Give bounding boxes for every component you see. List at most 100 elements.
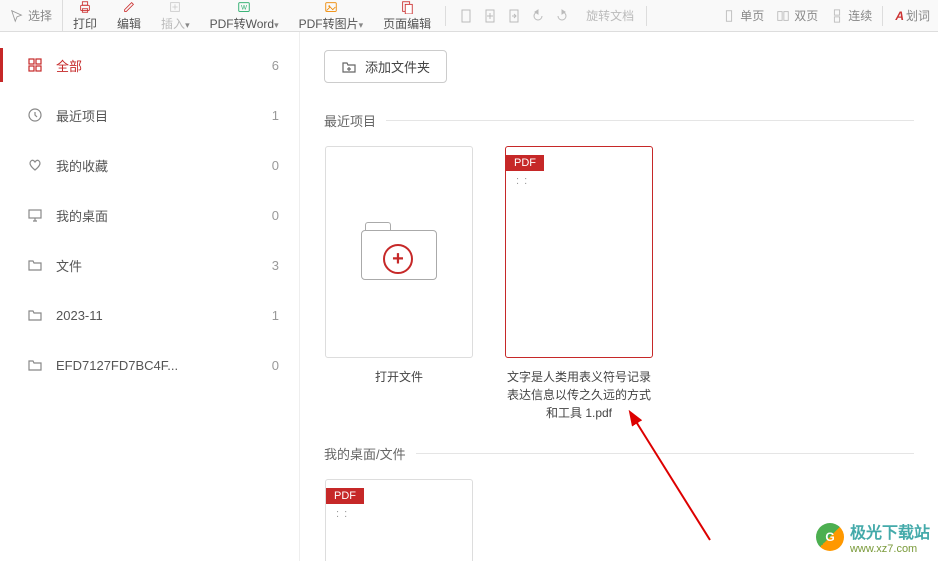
- folder-icon: [27, 257, 43, 273]
- word-icon: W: [237, 0, 251, 14]
- page-icon[interactable]: [458, 8, 474, 24]
- sidebar-item-count: 1: [272, 108, 279, 123]
- print-button[interactable]: 打印: [63, 0, 107, 31]
- print-label: 打印: [73, 15, 97, 32]
- annotate-a-icon: A: [895, 9, 904, 23]
- sidebar-item-label: 最近项目: [56, 106, 108, 125]
- sidebar-item-count: 3: [272, 258, 279, 273]
- open-file-thumb: +: [325, 146, 473, 358]
- pdf-to-image-label: PDF转图片: [299, 17, 359, 31]
- svg-text:W: W: [241, 4, 247, 11]
- recent-section-title: 最近项目: [324, 111, 914, 130]
- rotate-left-icon[interactable]: [530, 8, 546, 24]
- sidebar-item-count: 1: [272, 308, 279, 323]
- sidebar-item-count: 0: [272, 208, 279, 223]
- add-folder-label: 添加文件夹: [365, 57, 430, 76]
- continuous-icon: [830, 9, 844, 23]
- pdf-tag: PDF: [506, 155, 544, 171]
- folder-plus-icon: [341, 59, 357, 75]
- edit-label: 编辑: [117, 15, 141, 32]
- cursor-icon: [10, 9, 24, 23]
- single-page-icon: [722, 9, 736, 23]
- sidebar-item-count: 0: [272, 158, 279, 173]
- folder-icon: [27, 357, 43, 373]
- desktop-section-title: 我的桌面/文件: [324, 444, 914, 463]
- folder-icon: [27, 307, 43, 323]
- double-page-button[interactable]: 双页: [770, 7, 824, 24]
- pdf-dots-icon: : :: [336, 508, 348, 520]
- page-edit-button[interactable]: 页面编辑: [373, 0, 441, 31]
- toolbar: 选择 打印 编辑 插入▾ W PDF转Word▾ PDF转图片▾ 页面编辑: [0, 0, 938, 32]
- print-icon: [78, 0, 92, 14]
- pdf-to-word-button[interactable]: W PDF转Word▾: [200, 0, 289, 31]
- page-plus-icon[interactable]: [482, 8, 498, 24]
- select-label: 选择: [28, 7, 52, 24]
- insert-label: 插入: [161, 17, 185, 31]
- continuous-button[interactable]: 连续: [824, 7, 878, 24]
- image-icon: [324, 0, 338, 14]
- sidebar-item-recent[interactable]: 最近项目 1: [0, 90, 299, 140]
- rotate-label: 旋转文档: [578, 7, 642, 24]
- double-page-icon: [776, 9, 790, 23]
- sidebar-item-count: 0: [272, 358, 279, 373]
- page-edit-icon: [400, 0, 414, 14]
- pdf-to-word-label: PDF转Word: [210, 17, 274, 31]
- sidebar-item-2023-11[interactable]: 2023-11 1: [0, 290, 299, 340]
- sidebar-item-desktop[interactable]: 我的桌面 0: [0, 190, 299, 240]
- sidebar-item-label: 全部: [56, 56, 82, 75]
- open-file-label: 打开文件: [375, 368, 423, 386]
- single-page-label: 单页: [740, 7, 764, 24]
- add-folder-button[interactable]: 添加文件夹: [324, 50, 447, 83]
- insert-button[interactable]: 插入▾: [151, 0, 200, 31]
- pdf-tag: PDF: [326, 488, 364, 504]
- content: 添加文件夹 最近项目 + 打开文件 PDF : :: [300, 32, 938, 561]
- recent-title-text: 最近项目: [324, 111, 376, 130]
- annotate-button[interactable]: A 划词: [887, 7, 938, 24]
- view-icons: [450, 8, 578, 24]
- double-page-label: 双页: [794, 7, 818, 24]
- page-edit-label: 页面编辑: [383, 15, 431, 32]
- edit-button[interactable]: 编辑: [107, 0, 151, 31]
- pdf-file-card[interactable]: PDF : : 文字是人类用表义符号记录表达信息以传之久远的方式和工具 1.pd…: [504, 146, 654, 422]
- sidebar-item-label: 文件: [56, 256, 82, 275]
- sidebar-item-label: 我的收藏: [56, 156, 108, 175]
- divider: [416, 453, 914, 454]
- desktop-cards: PDF : :: [324, 479, 914, 561]
- sidebar-item-count: 6: [272, 58, 279, 73]
- pdf-file-card-2[interactable]: PDF : :: [324, 479, 474, 561]
- recent-cards: + 打开文件 PDF : : 文字是人类用表义符号记录表达信息以传之久远的方式和…: [324, 146, 914, 422]
- sidebar-item-label: 2023-11: [56, 308, 103, 323]
- sidebar-item-files[interactable]: 文件 3: [0, 240, 299, 290]
- pdf-file-label: 文字是人类用表义符号记录表达信息以传之久远的方式和工具 1.pdf: [504, 368, 654, 422]
- separator: [646, 6, 647, 26]
- separator: [445, 6, 446, 26]
- insert-icon: [168, 0, 182, 14]
- desktop-icon: [27, 207, 43, 223]
- folder-open-icon: +: [359, 222, 439, 282]
- desktop-title-text: 我的桌面/文件: [324, 444, 406, 463]
- sidebar-item-label: 我的桌面: [56, 206, 108, 225]
- sidebar-item-label: EFD7127FD7BC4F...: [56, 358, 178, 373]
- sidebar-item-all[interactable]: 全部 6: [0, 40, 299, 90]
- sidebar: 全部 6 最近项目 1 我的收藏 0 我的桌面 0 文件 3 2023-11 1: [0, 32, 300, 561]
- page-out-icon[interactable]: [506, 8, 522, 24]
- single-page-button[interactable]: 单页: [716, 7, 770, 24]
- continuous-label: 连续: [848, 7, 872, 24]
- clock-icon: [27, 107, 43, 123]
- pdf-thumb: PDF : :: [505, 146, 653, 358]
- open-file-card[interactable]: + 打开文件: [324, 146, 474, 422]
- sidebar-item-favorites[interactable]: 我的收藏 0: [0, 140, 299, 190]
- select-tool[interactable]: 选择: [0, 0, 63, 31]
- heart-icon: [27, 157, 43, 173]
- main: 全部 6 最近项目 1 我的收藏 0 我的桌面 0 文件 3 2023-11 1: [0, 32, 938, 561]
- pdf-to-image-button[interactable]: PDF转图片▾: [289, 0, 374, 31]
- divider: [386, 120, 914, 121]
- pencil-icon: [122, 0, 136, 14]
- separator: [882, 6, 883, 26]
- grid-icon: [27, 57, 43, 73]
- rotate-right-icon[interactable]: [554, 8, 570, 24]
- annotate-label: 划词: [906, 7, 930, 24]
- pdf-dots-icon: : :: [516, 175, 528, 187]
- pdf-thumb-2: PDF : :: [325, 479, 473, 561]
- sidebar-item-efd[interactable]: EFD7127FD7BC4F... 0: [0, 340, 299, 390]
